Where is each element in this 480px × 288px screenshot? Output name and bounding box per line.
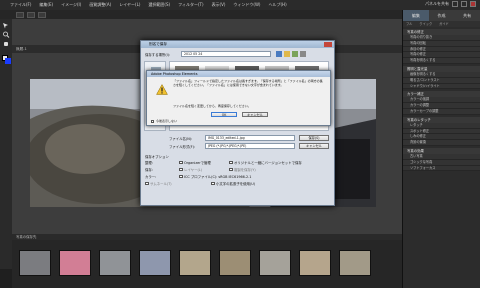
thumbnail[interactable] bbox=[219, 250, 251, 276]
option-button-1[interactable] bbox=[16, 11, 24, 18]
option-button-2[interactable] bbox=[27, 11, 35, 18]
filename-input[interactable]: IMG_0133_edited-1.jpg bbox=[205, 135, 295, 141]
tab-create[interactable]: 作成 bbox=[428, 10, 455, 21]
close-button[interactable] bbox=[470, 1, 476, 7]
save-button[interactable]: 保存(S) bbox=[299, 135, 329, 141]
tab-share[interactable]: 共有 bbox=[454, 10, 480, 21]
organizer-checkbox[interactable] bbox=[179, 160, 183, 164]
move-tool-icon[interactable] bbox=[2, 22, 10, 29]
dont-show-again-checkbox[interactable] bbox=[151, 120, 154, 123]
panel-section: カラー補正 カラーの強調 カラーの調整 カラーカーブの調整 bbox=[403, 91, 480, 115]
thumbnail[interactable] bbox=[299, 250, 331, 276]
minimize-button[interactable] bbox=[452, 1, 458, 7]
thumbnail[interactable] bbox=[99, 250, 131, 276]
option-bar bbox=[0, 10, 402, 19]
icc-checkbox[interactable] bbox=[179, 174, 183, 178]
dialog-close-button[interactable] bbox=[324, 42, 332, 47]
menu-enhance[interactable]: 画質調整(A) bbox=[85, 2, 115, 8]
background-color-swatch[interactable] bbox=[5, 58, 11, 64]
format-select[interactable]: JPEG (*.JPG;*.JPEG;*.JPE) bbox=[205, 143, 295, 149]
menu-select[interactable]: 選択範囲(S) bbox=[144, 2, 174, 8]
dialog-title: 別名で保存 bbox=[141, 41, 334, 48]
panel-section: 写真の効果 古い写真 ゴシックな写真 ソフトフォーカス bbox=[403, 147, 480, 172]
dialog-cancel-button[interactable]: キャンセル bbox=[299, 143, 329, 149]
panel-item[interactable]: 背景の置換 bbox=[403, 140, 480, 146]
lowercase-ext-checkbox[interactable] bbox=[211, 181, 215, 185]
toolbox bbox=[0, 19, 12, 269]
maximize-button[interactable] bbox=[461, 1, 467, 7]
alert-title: Adobe Photoshop Elements bbox=[147, 71, 330, 77]
lowercase-ext-option: 小文字の拡張子を使用(U) bbox=[216, 182, 256, 186]
filename-label: ファイル名(N): bbox=[169, 137, 193, 141]
alert-cancel-button[interactable]: キャンセル bbox=[242, 112, 268, 117]
menu-image[interactable]: イメージ(I) bbox=[57, 2, 85, 8]
right-panel: 編集 作成 共有 フル クイック ガイド 写真の修正 写真の切り抜き 写真の回転… bbox=[402, 10, 480, 288]
save-label: 保存: bbox=[145, 168, 153, 172]
color-label: カラー: bbox=[145, 175, 157, 179]
menu-bar: ファイル(F) 編集(E) イメージ(I) 画質調整(A) レイヤー(L) 選択… bbox=[0, 0, 480, 10]
save-options-label: 保存オプション bbox=[145, 155, 169, 159]
menu-window[interactable]: ウィンドウ(W) bbox=[229, 2, 264, 8]
subtab-full[interactable]: フル bbox=[406, 22, 412, 26]
panel-subtabs: フル クイック ガイド bbox=[403, 21, 480, 27]
alert-message: 「ファイル名」フィールドで指定したファイル名は長すぎます。「保存する場所」と「フ… bbox=[173, 79, 323, 87]
menu-view[interactable]: 表示(V) bbox=[208, 2, 230, 8]
thumbnail[interactable] bbox=[59, 250, 91, 276]
menu-file[interactable]: ファイル(F) bbox=[6, 2, 35, 8]
panel-item[interactable]: シャドウ/ハイライト bbox=[403, 83, 480, 90]
location-label: 保存する場所(I): bbox=[145, 53, 171, 57]
thumbnail[interactable] bbox=[339, 250, 371, 276]
thumbnail[interactable] bbox=[139, 250, 171, 276]
organizer-option: Organizerで管理 bbox=[184, 161, 211, 165]
menu-edit[interactable]: 編集(E) bbox=[35, 2, 57, 8]
panel-section: 照明と露光量 画像を明るくする 明るさ/コントラスト シャドウ/ハイライト bbox=[403, 65, 480, 90]
share-panel-label[interactable]: パネルを共有 bbox=[425, 1, 449, 7]
thumbnail[interactable] bbox=[179, 250, 211, 276]
menu-layer[interactable]: レイヤー(L) bbox=[115, 2, 144, 8]
panel-item[interactable]: カラーカーブの調整 bbox=[403, 108, 480, 115]
subtab-quick[interactable]: クイック bbox=[419, 22, 432, 26]
menu-filter[interactable]: フィルター(T) bbox=[174, 2, 207, 8]
icc-option: ICC プロファイル(C): sRGB IEC61966-2.1 bbox=[184, 175, 252, 179]
warning-alert: Adobe Photoshop Elements 「ファイル名」フィールドで指定… bbox=[146, 70, 331, 126]
layers-option: レイヤー(L) bbox=[184, 168, 202, 172]
location-combo[interactable]: 2012 05 24 bbox=[181, 51, 271, 57]
dont-show-again-label: 今後表示しない bbox=[156, 119, 178, 123]
thumbnail[interactable] bbox=[19, 250, 51, 276]
version-set-checkbox[interactable] bbox=[229, 160, 233, 164]
panel-section: 写真のレタッチ レタッチ スポット修正 しみの修正 背景の置換 bbox=[403, 116, 480, 146]
panel-item[interactable]: ソフトフォーカス bbox=[403, 165, 480, 172]
panel-item[interactable]: 写真を明るくする bbox=[403, 58, 480, 64]
photo-bin bbox=[12, 240, 402, 288]
alert-ok-button[interactable]: OK bbox=[211, 112, 237, 117]
thumbnail[interactable] bbox=[259, 250, 291, 276]
folder-nav-icon[interactable] bbox=[276, 51, 306, 57]
menu-help[interactable]: ヘルプ(H) bbox=[265, 2, 291, 8]
tab-edit[interactable]: 編集 bbox=[403, 10, 429, 21]
hand-tool-icon[interactable] bbox=[2, 40, 10, 47]
thumbnail-option: サムネール(T) bbox=[150, 182, 172, 186]
copy-checkbox[interactable] bbox=[229, 167, 233, 171]
copy-option: 複製を保存(Y) bbox=[234, 168, 256, 172]
zoom-tool-icon[interactable] bbox=[2, 31, 10, 38]
layers-checkbox[interactable] bbox=[179, 167, 183, 171]
option-button-3[interactable] bbox=[38, 11, 46, 18]
thumbnail-checkbox[interactable] bbox=[145, 181, 149, 185]
warning-icon bbox=[156, 84, 168, 95]
organize-label: 整理: bbox=[145, 161, 153, 165]
alert-message-secondary: ファイル名を短く変更してから、再度保存してください。 bbox=[173, 104, 251, 108]
version-set-option: オリジナルと一緒にバージョンセットで保存 bbox=[234, 161, 302, 165]
panel-section: 写真の修正 写真の切り抜き 写真の回転 赤目の修正 写真の修正 写真を明るくする bbox=[403, 29, 480, 64]
subtab-guided[interactable]: ガイド bbox=[439, 22, 449, 26]
format-label: ファイル形式(F): bbox=[169, 145, 196, 149]
